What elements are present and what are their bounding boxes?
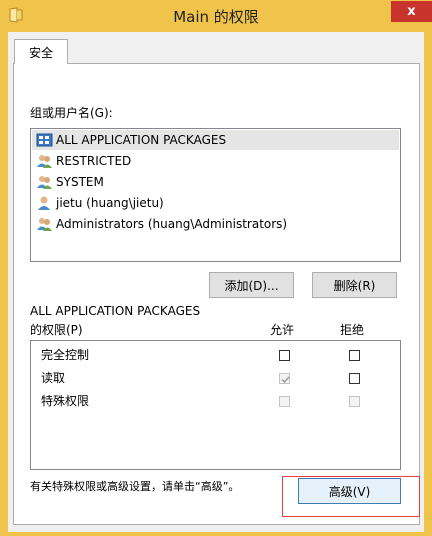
checkmark-icon bbox=[281, 376, 290, 384]
full-control-allow-checkbox[interactable] bbox=[279, 350, 290, 361]
title-bar[interactable]: Main 的权限 x bbox=[0, 0, 432, 32]
dialog-body: 安全 组或用户名(G): ALL APPLICATION PACKAGES RE… bbox=[8, 32, 424, 532]
advanced-button-label: 高级(V) bbox=[328, 484, 371, 499]
add-button[interactable]: 添加(D)... bbox=[209, 272, 294, 298]
user-name: jietu (huang\jietu) bbox=[56, 196, 164, 210]
read-deny-checkbox[interactable] bbox=[349, 373, 360, 384]
users-group-icon bbox=[37, 218, 52, 231]
user-name: Administrators (huang\Administrators) bbox=[56, 217, 288, 231]
user-name: RESTRICTED bbox=[56, 154, 132, 168]
remove-button[interactable]: 删除(R) bbox=[312, 272, 397, 298]
permission-name: 读取 bbox=[41, 371, 66, 385]
permissions-window: Main 的权限 x 安全 组或用户名(G): ALL APPLICATION … bbox=[0, 0, 432, 536]
permission-name: 特殊权限 bbox=[41, 394, 90, 408]
user-list-item[interactable]: ALL APPLICATION PACKAGES bbox=[32, 130, 399, 150]
user-list-item[interactable]: SYSTEM bbox=[32, 172, 399, 192]
user-list-item[interactable]: RESTRICTED bbox=[32, 151, 399, 171]
user-list[interactable]: ALL APPLICATION PACKAGES RESTRICTED SYST… bbox=[30, 128, 401, 262]
remove-button-label: 删除(R) bbox=[333, 278, 376, 293]
user-list-item[interactable]: Administrators (huang\Administrators) bbox=[32, 214, 399, 234]
window-title: Main 的权限 bbox=[173, 8, 259, 26]
user-name: SYSTEM bbox=[56, 175, 104, 189]
read-allow-checkbox[interactable] bbox=[279, 373, 290, 384]
permission-name: 完全控制 bbox=[41, 348, 90, 362]
users-group-icon bbox=[37, 155, 52, 168]
permissions-for-label: ALL APPLICATION PACKAGES bbox=[30, 304, 201, 318]
full-control-deny-checkbox[interactable] bbox=[349, 350, 360, 361]
tab-security-label: 安全 bbox=[28, 45, 53, 60]
tab-security[interactable]: 安全 bbox=[14, 39, 68, 64]
group-or-user-names-label: 组或用户名(G): bbox=[30, 106, 113, 120]
close-icon: x bbox=[407, 4, 416, 19]
advanced-button[interactable]: 高级(V) bbox=[298, 478, 401, 504]
permissions-list[interactable]: 完全控制 读取 特殊权限 bbox=[30, 340, 401, 470]
user-list-item[interactable]: jietu (huang\jietu) bbox=[32, 193, 399, 213]
allow-column-header: 允许 bbox=[270, 323, 295, 337]
security-tab-panel: 组或用户名(G): ALL APPLICATION PACKAGES RESTR… bbox=[13, 63, 420, 525]
users-group-icon bbox=[37, 176, 52, 189]
close-button[interactable]: x bbox=[391, 1, 432, 22]
user-icon bbox=[38, 196, 50, 210]
deny-column-header: 拒绝 bbox=[340, 323, 365, 337]
app-packages-icon bbox=[36, 133, 53, 147]
special-deny-checkbox[interactable] bbox=[349, 396, 360, 407]
advanced-hint-text: 有关特殊权限或高级设置，请单击“高级”。 bbox=[30, 480, 240, 493]
special-allow-checkbox[interactable] bbox=[279, 396, 290, 407]
add-button-label: 添加(D)... bbox=[224, 278, 279, 293]
user-name: ALL APPLICATION PACKAGES bbox=[56, 133, 227, 147]
permissions-label: 的权限(P) bbox=[30, 323, 83, 337]
